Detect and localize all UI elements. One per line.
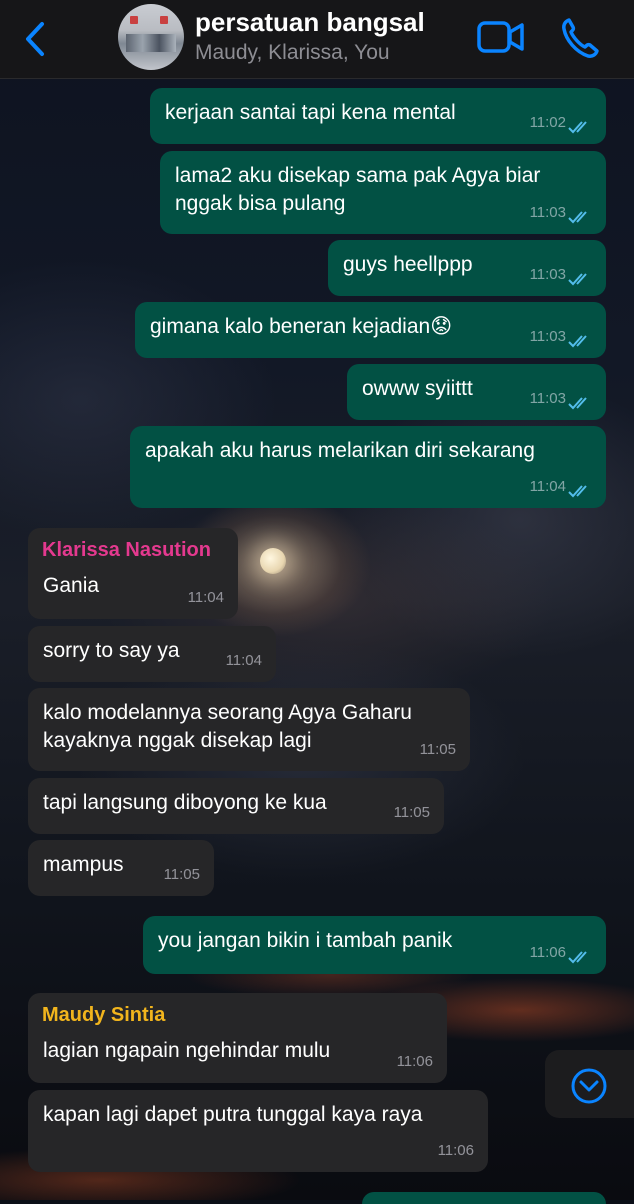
message-time: 11:06	[396, 1053, 433, 1070]
message-time: 11:05	[419, 741, 456, 758]
message-text: kerjaan santai tapi kena mental	[165, 101, 456, 124]
sender-name[interactable]: Maudy Sintia	[42, 1001, 165, 1029]
message-bubble-incoming[interactable]: Klarissa Nasution Gania 11:04	[28, 528, 238, 619]
message-bubble-incoming[interactable]: Maudy Sintia lagian ngapain ngehindar mu…	[28, 993, 447, 1083]
message-bubble-outgoing[interactable]: lama2 aku disekap sama pak Agya biar ngg…	[160, 151, 606, 234]
read-ticks-icon	[568, 397, 587, 410]
message-text: guys heellppp	[343, 253, 473, 276]
message-bubble-outgoing[interactable]: guys heellppp 11:03	[328, 240, 606, 296]
message-bubble-outgoing[interactable]: you jangan bikin i tambah panik 11:06	[143, 916, 606, 974]
message-text: apakah aku harus melarikan diri sekarang	[145, 439, 535, 462]
message-time: 11:03	[529, 204, 566, 221]
message-time: 11:04	[529, 478, 566, 495]
read-ticks-icon	[568, 335, 587, 348]
read-ticks-icon	[568, 951, 587, 964]
message-text: tapi langsung diboyong ke kua	[43, 791, 327, 814]
message-text: mampus	[43, 853, 124, 876]
message-text: Gania	[43, 574, 100, 597]
read-ticks-icon	[568, 273, 587, 286]
message-bubble-incoming[interactable]: sorry to say ya 11:04	[28, 626, 276, 682]
wallpaper-moon	[260, 548, 286, 574]
message-text: kapan lagi dapet putra tunggal kaya raya	[43, 1103, 423, 1126]
message-bubble-outgoing[interactable]: gimana kalo beneran kejadian😟 11:03	[135, 302, 606, 358]
chat-participants[interactable]: Maudy, Klarissa, You	[195, 41, 390, 65]
chevron-down-circle-icon	[571, 1068, 607, 1104]
message-time: 11:02	[529, 114, 566, 131]
read-ticks-icon	[568, 211, 587, 224]
message-bubble-incoming[interactable]: kapan lagi dapet putra tunggal kaya raya…	[28, 1090, 488, 1172]
message-bubble-outgoing[interactable]: kerjaan santai tapi kena mental 11:02	[150, 88, 606, 144]
chat-header: persatuan bangsal Maudy, Klarissa, You	[0, 0, 634, 79]
chevron-left-icon[interactable]	[22, 20, 52, 58]
message-text: kalo modelannya seorang Agya Gaharu kaya…	[43, 701, 412, 752]
read-ticks-icon	[568, 485, 587, 498]
message-time: 11:06	[437, 1142, 474, 1159]
message-time: 11:06	[529, 944, 566, 961]
message-time: 11:03	[529, 328, 566, 345]
message-text: you jangan bikin i tambah panik	[158, 929, 453, 952]
scroll-to-bottom-button[interactable]	[545, 1050, 634, 1118]
message-text: owww syiittt	[362, 377, 473, 400]
chat-title[interactable]: persatuan bangsal	[195, 7, 425, 38]
message-bubble-incoming[interactable]: tapi langsung diboyong ke kua 11:05	[28, 778, 444, 834]
message-bubble-incoming[interactable]: mampus 11:05	[28, 840, 214, 896]
sender-name[interactable]: Klarissa Nasution	[42, 536, 211, 564]
message-text: lagian ngapain ngehindar mulu	[43, 1039, 331, 1062]
message-bubble-outgoing-partial[interactable]	[362, 1192, 606, 1204]
message-time: 11:03	[529, 266, 566, 283]
message-time: 11:04	[225, 652, 262, 669]
message-time: 11:05	[393, 804, 430, 821]
message-bubble-outgoing[interactable]: apakah aku harus melarikan diri sekarang…	[130, 426, 606, 508]
message-text: sorry to say ya	[43, 639, 180, 662]
video-camera-icon[interactable]	[476, 18, 526, 58]
message-text: gimana kalo beneran kejadian😟	[150, 315, 453, 338]
message-time: 11:03	[529, 390, 566, 407]
message-time: 11:04	[187, 589, 224, 606]
message-bubble-outgoing[interactable]: owww syiittt 11:03	[347, 364, 606, 420]
read-ticks-icon	[568, 121, 587, 134]
phone-icon[interactable]	[560, 16, 600, 60]
message-time: 11:05	[163, 866, 200, 883]
message-bubble-incoming[interactable]: kalo modelannya seorang Agya Gaharu kaya…	[28, 688, 470, 771]
group-avatar[interactable]	[118, 4, 184, 70]
